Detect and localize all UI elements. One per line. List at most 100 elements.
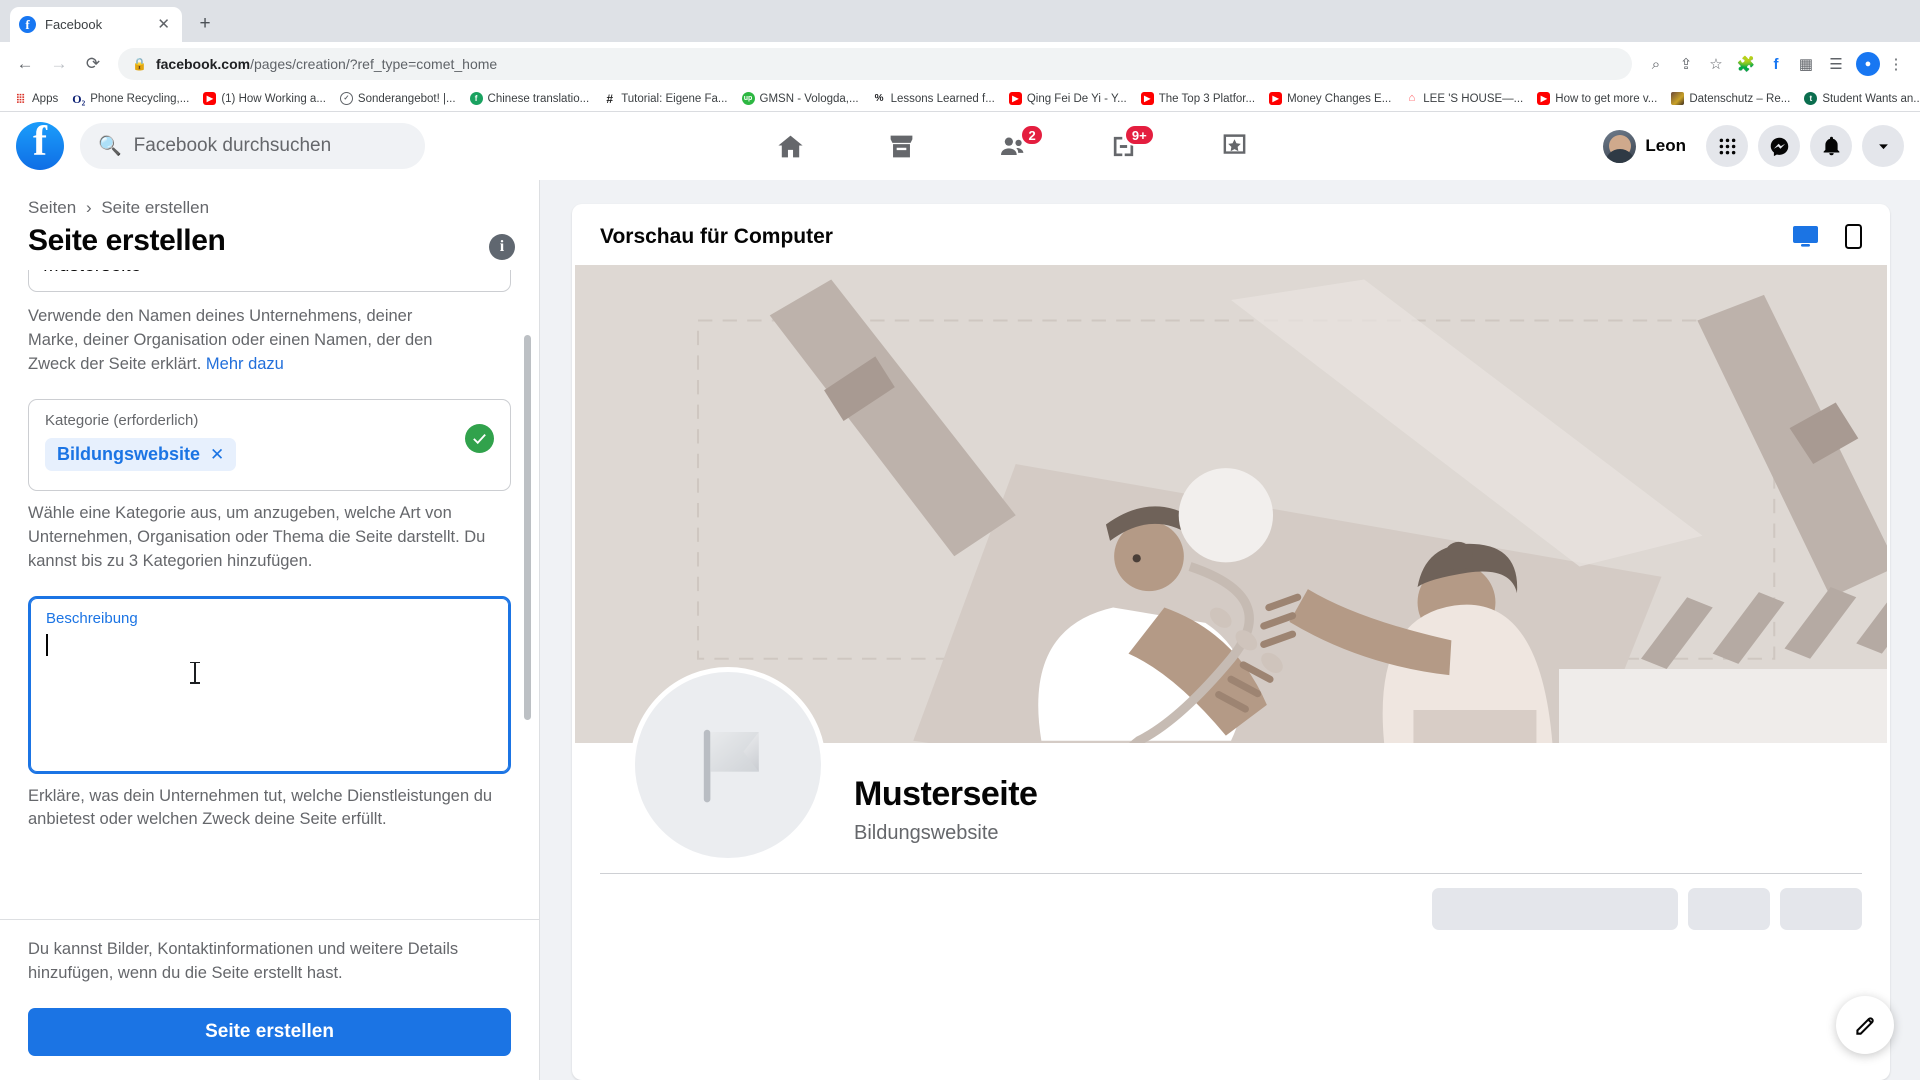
search-icon: 🔍	[98, 136, 122, 157]
create-page-form-panel: Seiten › Seite erstellen Seite erstellen…	[0, 180, 540, 1080]
puzzle-icon[interactable]: 🧩	[1732, 50, 1760, 78]
browser-window: f Facebook ✕ + ← → ⟳ 🔒 facebook.com/page…	[0, 0, 1920, 1080]
bookmark-apps[interactable]: ⦙⦙⦙ Apps	[8, 90, 64, 107]
home-icon	[778, 135, 803, 157]
preview-primary-action-placeholder[interactable]	[1432, 888, 1678, 930]
url-domain: facebook.com	[155, 56, 251, 72]
page-name-input[interactable]: Musterseite	[28, 270, 511, 292]
footer-note: Du kannst Bilder, Kontaktinformationen u…	[28, 940, 459, 983]
description-input[interactable]: Beschreibung	[28, 595, 511, 774]
bookmark-item[interactable]: O₂ Phone Recycling,...	[66, 90, 195, 107]
forward-icon[interactable]: →	[44, 49, 74, 79]
breadcrumb-root[interactable]: Seiten	[28, 198, 76, 217]
facebook-logo[interactable]: f	[16, 121, 64, 170]
browser-toolbar: ← → ⟳ 🔒 facebook.com/pages/creation/?ref…	[0, 42, 1920, 86]
youtube-icon: ▶	[203, 92, 217, 105]
chrome-profile-avatar[interactable]: ●	[1856, 52, 1880, 76]
zoom-icon[interactable]: ⌕	[1642, 50, 1670, 78]
bookmark-label: The Top 3 Platfor...	[1158, 92, 1256, 105]
tab-title: Facebook	[45, 17, 103, 32]
bookmark-item[interactable]: ▶ How to get more v...	[1531, 90, 1663, 107]
page-name-field-clipped: Musterseite	[28, 270, 511, 294]
back-icon[interactable]: ←	[10, 49, 40, 79]
compose-pencil-icon[interactable]	[1836, 996, 1894, 1054]
desktop-monitor-icon[interactable]	[1792, 225, 1819, 248]
close-icon[interactable]: ✕	[154, 17, 173, 32]
notifications-icon[interactable]	[1810, 125, 1852, 167]
bookmark-item[interactable]: up GMSN - Vologda,...	[736, 90, 865, 107]
bookmark-item[interactable]: # Tutorial: Eigene Fa...	[597, 90, 733, 107]
bookmark-item[interactable]: Datenschutz – Re...	[1665, 90, 1796, 107]
preview-header: Vorschau für Computer	[572, 204, 1890, 265]
nav-home[interactable]	[735, 118, 846, 174]
browser-tab[interactable]: f Facebook ✕	[10, 7, 182, 42]
preview-page-name: Musterseite	[854, 775, 1038, 813]
facebook-header: f 🔍 Facebook durchsuchen 2 9+ Leon	[0, 112, 1920, 180]
cover-illustration	[575, 265, 1887, 743]
mobile-phone-icon[interactable]	[1845, 224, 1862, 249]
bookmark-item[interactable]: ⌂ LEE 'S HOUSE—...	[1399, 90, 1529, 107]
bookmark-label: (1) How Working a...	[221, 92, 326, 105]
close-icon[interactable]: ✕	[210, 446, 224, 463]
address-bar[interactable]: 🔒 facebook.com/pages/creation/?ref_type=…	[118, 48, 1632, 80]
page-body: Seiten › Seite erstellen Seite erstellen…	[0, 180, 1920, 1080]
preview-card: Vorschau für Computer Musterseite Bildun…	[572, 204, 1890, 1080]
bookmark-item[interactable]: ▶ Money Changes E...	[1263, 90, 1397, 107]
bookmark-item[interactable]: t Student Wants an...	[1798, 90, 1920, 107]
bookmark-item[interactable]: ▶ Qing Fei De Yi - Y...	[1003, 90, 1133, 107]
bookmark-item[interactable]: ▶ The Top 3 Platfor...	[1135, 90, 1261, 107]
bookmark-label: Qing Fei De Yi - Y...	[1026, 92, 1127, 105]
preview-secondary-action-placeholder[interactable]	[1688, 888, 1770, 930]
groups-badge: 2	[1020, 124, 1044, 146]
youtube-icon: ▶	[1537, 92, 1551, 105]
breadcrumb: Seiten › Seite erstellen	[28, 198, 511, 218]
check-circle-icon: ✓	[339, 92, 353, 105]
account-chevron-icon[interactable]	[1862, 125, 1904, 167]
bookmark-label: Lessons Learned f...	[890, 92, 995, 105]
nav-pages[interactable]	[1179, 118, 1290, 174]
form-scrollbar[interactable]	[524, 335, 531, 720]
bookmark-item[interactable]: ▶ (1) How Working a...	[197, 90, 332, 107]
category-chip[interactable]: Bildungswebsite ✕	[45, 437, 237, 471]
category-helper: Wähle eine Kategorie aus, um anzugeben, …	[28, 503, 486, 570]
search-input[interactable]: 🔍 Facebook durchsuchen	[80, 123, 425, 169]
grid-extension-icon[interactable]: ▦	[1792, 50, 1820, 78]
percent-icon: %	[874, 92, 884, 104]
info-icon[interactable]: i	[489, 234, 515, 260]
bookmark-label: GMSN - Vologda,...	[759, 92, 859, 105]
youtube-icon: ▶	[1008, 92, 1022, 105]
new-tab-button[interactable]: +	[190, 9, 220, 39]
preview-tertiary-action-placeholder[interactable]	[1780, 888, 1862, 930]
messenger-icon[interactable]	[1758, 125, 1800, 167]
bookmark-label: How to get more v...	[1555, 92, 1658, 105]
category-field[interactable]: Kategorie (erforderlich) Bildungswebsite…	[28, 398, 511, 491]
avatar	[1603, 129, 1637, 163]
image-icon	[1671, 92, 1685, 105]
facebook-extension-icon[interactable]: f	[1762, 50, 1790, 78]
menu-grid-icon[interactable]	[1706, 125, 1748, 167]
bookmark-item[interactable]: ✓ Sonderangebot! |...	[334, 90, 462, 107]
bookmark-label: Tutorial: Eigene Fa...	[621, 92, 728, 105]
create-page-button[interactable]: Seite erstellen	[28, 1008, 511, 1056]
share-icon[interactable]: ⇪	[1672, 50, 1700, 78]
bookmark-label: Student Wants an...	[1822, 92, 1920, 105]
preview-profile-row: Musterseite Bildungswebsite	[572, 667, 1890, 930]
bookmark-label: Money Changes E...	[1287, 92, 1392, 105]
nav-groups[interactable]: 2	[957, 118, 1068, 174]
learn-more-link[interactable]: Mehr dazu	[206, 355, 284, 373]
bookmark-item[interactable]: % Lessons Learned f...	[867, 90, 1001, 107]
list-extension-icon[interactable]: ☰	[1822, 50, 1850, 78]
bookmark-label: Chinese translatio...	[487, 92, 590, 105]
youtube-icon: ▶	[1269, 92, 1283, 105]
nav-marketplace[interactable]	[846, 118, 957, 174]
airbnb-icon: ⌂	[1408, 92, 1416, 104]
preview-page-category: Bildungswebsite	[854, 822, 999, 844]
youtube-icon: ▶	[1140, 92, 1154, 105]
nav-gaming[interactable]: 9+	[1068, 118, 1179, 174]
star-icon[interactable]: ☆	[1702, 50, 1730, 78]
profile-button[interactable]: Leon	[1599, 126, 1696, 167]
cover-artwork	[575, 265, 1887, 743]
bookmark-item[interactable]: f Chinese translatio...	[464, 90, 596, 107]
menu-icon[interactable]: ⋮	[1882, 50, 1910, 78]
reload-icon[interactable]: ⟳	[78, 49, 108, 79]
